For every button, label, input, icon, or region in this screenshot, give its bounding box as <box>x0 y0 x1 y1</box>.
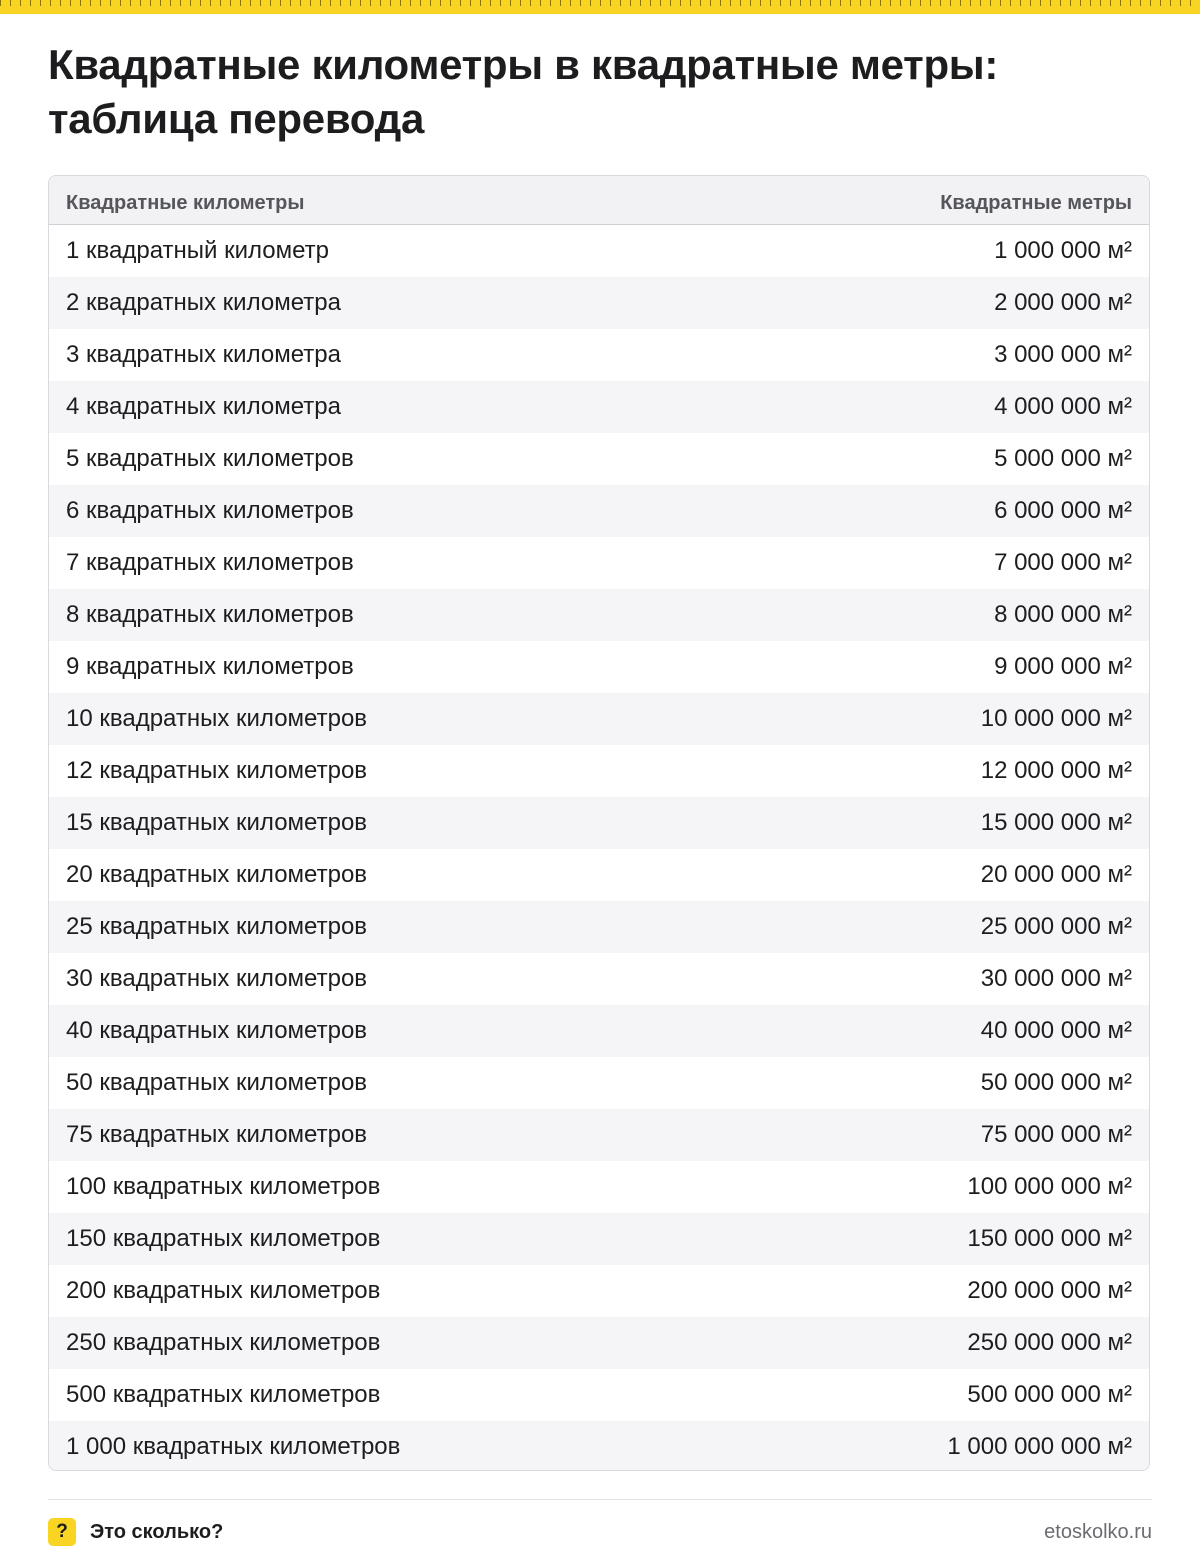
cell-square-kilometers: 20 квадратных километров <box>66 861 368 888</box>
cell-square-kilometers: 200 квадратных километров <box>66 1277 381 1304</box>
table-row: 75 квадратных километров 75 000 000 м² <box>49 1109 1149 1161</box>
cell-square-kilometers: 150 квадратных километров <box>66 1225 381 1252</box>
cell-square-kilometers: 50 квадратных километров <box>66 1069 368 1096</box>
table-row: 2 квадратных километра 2 000 000 м² <box>49 277 1149 329</box>
table-row: 12 квадратных километров 12 000 000 м² <box>49 745 1149 797</box>
page-title: Квадратные километры в квадратные метры:… <box>48 41 999 142</box>
cell-square-meters: 3 000 000 м² <box>994 341 1132 368</box>
question-mark-icon: ? <box>48 1518 76 1546</box>
cell-square-meters: 6 000 000 м² <box>994 497 1132 524</box>
cell-square-kilometers: 4 квадратных километра <box>66 393 341 420</box>
table-header: Квадратные километры Квадратные метры <box>49 176 1149 225</box>
cell-square-meters: 2 000 000 м² <box>994 289 1132 316</box>
table-row: 200 квадратных километров 200 000 000 м² <box>49 1265 1149 1317</box>
cell-square-meters: 1 000 000 000 м² <box>947 1433 1132 1460</box>
cell-square-meters: 8 000 000 м² <box>994 601 1132 628</box>
cell-square-kilometers: 2 квадратных километра <box>66 289 341 316</box>
table-row: 15 квадратных километров 15 000 000 м² <box>49 797 1149 849</box>
cell-square-kilometers: 75 квадратных километров <box>66 1121 368 1148</box>
table-row: 10 квадратных километров 10 000 000 м² <box>49 693 1149 745</box>
cell-square-kilometers: 9 квадратных километров <box>66 653 354 680</box>
cell-square-meters: 4 000 000 м² <box>994 393 1132 420</box>
cell-square-kilometers: 100 квадратных километров <box>66 1173 381 1200</box>
cell-square-meters: 200 000 000 м² <box>967 1277 1132 1304</box>
table-row: 500 квадратных километров 500 000 000 м² <box>49 1369 1149 1421</box>
table-row: 1 000 квадратных километров 1 000 000 000… <box>49 1421 1149 1470</box>
footer-divider <box>48 1499 1152 1500</box>
cell-square-kilometers: 5 квадратных километров <box>66 445 354 472</box>
footer: ? Это сколько? etoskolko.ru <box>48 1517 1152 1547</box>
cell-square-kilometers: 8 квадратных километров <box>66 601 354 628</box>
cell-square-meters: 1 000 000 м² <box>994 237 1132 264</box>
cell-square-meters: 100 000 000 м² <box>967 1173 1132 1200</box>
table-row: 25 квадратных километров 25 000 000 м² <box>49 901 1149 953</box>
table-row: 5 квадратных километров 5 000 000 м² <box>49 433 1149 485</box>
table-row: 7 квадратных километров 7 000 000 м² <box>49 537 1149 589</box>
table-row: 4 квадратных километра 4 000 000 м² <box>49 381 1149 433</box>
cell-square-kilometers: 500 квадратных километров <box>66 1381 381 1408</box>
table-row: 100 квадратных километров 100 000 000 м² <box>49 1161 1149 1213</box>
cell-square-kilometers: 1 000 квадратных километров <box>66 1433 401 1460</box>
cell-square-meters: 10 000 000 м² <box>980 705 1132 732</box>
cell-square-kilometers: 10 квадратных километров <box>66 705 368 732</box>
cell-square-meters: 30 000 000 м² <box>980 965 1132 992</box>
conversion-table: Квадратные километры Квадратные метры 1 … <box>48 175 1150 1471</box>
cell-square-kilometers: 7 квадратных километров <box>66 549 354 576</box>
cell-square-kilometers: 40 квадратных километров <box>66 1017 368 1044</box>
header-square-meters: Квадратные метры <box>940 191 1132 214</box>
cell-square-kilometers: 3 квадратных километра <box>66 341 341 368</box>
table-row: 8 квадратных километров 8 000 000 м² <box>49 589 1149 641</box>
table-row: 40 квадратных километров 40 000 000 м² <box>49 1005 1149 1057</box>
cell-square-meters: 50 000 000 м² <box>980 1069 1132 1096</box>
cell-square-kilometers: 1 квадратный километр <box>66 237 330 264</box>
cell-square-meters: 5 000 000 м² <box>994 445 1132 472</box>
cell-square-meters: 12 000 000 м² <box>980 757 1132 784</box>
table-row: 20 квадратных километров 20 000 000 м² <box>49 849 1149 901</box>
table-row: 30 квадратных километров 30 000 000 м² <box>49 953 1149 1005</box>
ruler-decoration <box>0 0 1200 14</box>
table-row: 9 квадратных километров 9 000 000 м² <box>49 641 1149 693</box>
cell-square-meters: 15 000 000 м² <box>980 809 1132 836</box>
table-row: 150 квадратных километров 150 000 000 м² <box>49 1213 1149 1265</box>
cell-square-kilometers: 30 квадратных километров <box>66 965 368 992</box>
cell-square-meters: 75 000 000 м² <box>980 1121 1132 1148</box>
site-link[interactable]: etoskolko.ru <box>1044 1521 1152 1544</box>
cell-square-meters: 250 000 000 м² <box>967 1329 1132 1356</box>
cell-square-kilometers: 15 квадратных километров <box>66 809 368 836</box>
cell-square-meters: 150 000 000 м² <box>967 1225 1132 1252</box>
cell-square-meters: 7 000 000 м² <box>994 549 1132 576</box>
cell-square-kilometers: 250 квадратных километров <box>66 1329 381 1356</box>
brand-name: Это сколько? <box>90 1520 224 1543</box>
cell-square-meters: 20 000 000 м² <box>980 861 1132 888</box>
table-row: 250 квадратных километров 250 000 000 м² <box>49 1317 1149 1369</box>
table-row: 6 квадратных километров 6 000 000 м² <box>49 485 1149 537</box>
cell-square-meters: 500 000 000 м² <box>967 1381 1132 1408</box>
cell-square-kilometers: 12 квадратных километров <box>66 757 368 784</box>
table-row: 3 квадратных километра 3 000 000 м² <box>49 329 1149 381</box>
cell-square-meters: 9 000 000 м² <box>994 653 1132 680</box>
cell-square-kilometers: 25 квадратных километров <box>66 913 368 940</box>
cell-square-kilometers: 6 квадратных километров <box>66 497 354 524</box>
table-body: 1 квадратный километр 1 000 000 м² 2 квадр… <box>49 225 1149 1470</box>
table-row: 50 квадратных километров 50 000 000 м² <box>49 1057 1149 1109</box>
header-square-kilometers: Квадратные километры <box>66 191 305 214</box>
cell-square-meters: 25 000 000 м² <box>980 913 1132 940</box>
table-row: 1 квадратный километр 1 000 000 м² <box>49 225 1149 277</box>
cell-square-meters: 40 000 000 м² <box>980 1017 1132 1044</box>
brand[interactable]: ? Это сколько? <box>48 1518 223 1546</box>
